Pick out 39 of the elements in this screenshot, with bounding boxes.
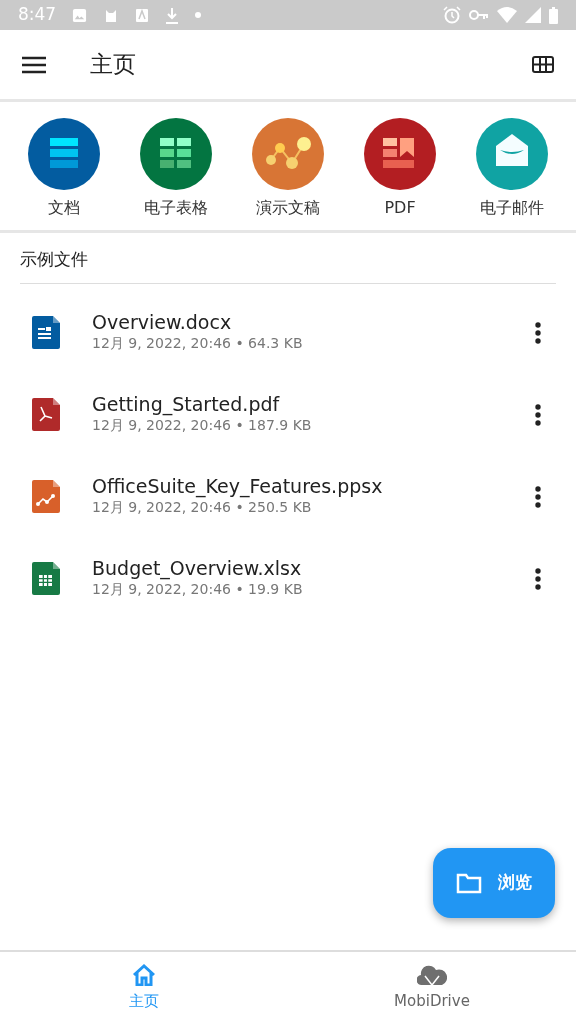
spreadsheet-file-icon	[32, 562, 60, 595]
section-title: 示例文件	[20, 247, 556, 284]
pdf-file-icon	[32, 398, 60, 431]
grid-icon[interactable]	[532, 56, 554, 73]
file-details: 12月 9, 2022, 20:46 • 64.3 KB	[92, 334, 304, 354]
file-name[interactable]: OfficeSuite_Key_Features.ppsx	[92, 474, 520, 498]
document-icon[interactable]	[28, 118, 100, 190]
file-details: 12月 9, 2022, 20:46 • 19.9 KB	[92, 580, 304, 600]
file-name[interactable]: Getting_Started.pdf	[92, 392, 520, 416]
presentation-file-icon	[32, 480, 60, 513]
shortcut-label[interactable]: PDF	[384, 196, 416, 220]
key-icon	[469, 9, 489, 21]
dot-icon	[195, 12, 202, 18]
signal-icon	[525, 7, 541, 23]
battery-icon	[549, 6, 558, 24]
presentation-icon[interactable]	[252, 118, 324, 190]
spreadsheet-icon[interactable]	[140, 118, 212, 190]
file-details: 12月 9, 2022, 20:46 • 187.9 KB	[92, 416, 313, 436]
home-icon	[132, 963, 156, 986]
nav-tab[interactable]: MobiDrive	[327, 962, 537, 1014]
shortcut-label[interactable]: 电子邮件	[480, 196, 544, 220]
page-title: 主页	[90, 50, 136, 80]
envelope-icon[interactable]	[476, 118, 548, 190]
cloud-icon	[417, 963, 447, 986]
document-file-icon	[32, 316, 60, 349]
file-name[interactable]: Budget_Overview.xlsx	[92, 556, 520, 580]
shortcut-label[interactable]: 电子表格	[144, 196, 208, 220]
pdf-icon[interactable]	[364, 118, 436, 190]
file-name[interactable]: Overview.docx	[92, 310, 520, 334]
shortcut-label[interactable]: 文档	[48, 196, 80, 220]
image-icon	[72, 7, 88, 23]
file-details: 12月 9, 2022, 20:46 • 250.5 KB	[92, 498, 313, 518]
folder-icon	[456, 872, 482, 894]
wifi-icon	[497, 7, 517, 23]
alarm-icon	[443, 6, 461, 24]
menu-icon[interactable]	[22, 55, 46, 74]
text-icon	[135, 7, 150, 23]
shortcut-label[interactable]: 演示文稿	[256, 196, 320, 220]
download-icon	[165, 6, 180, 24]
